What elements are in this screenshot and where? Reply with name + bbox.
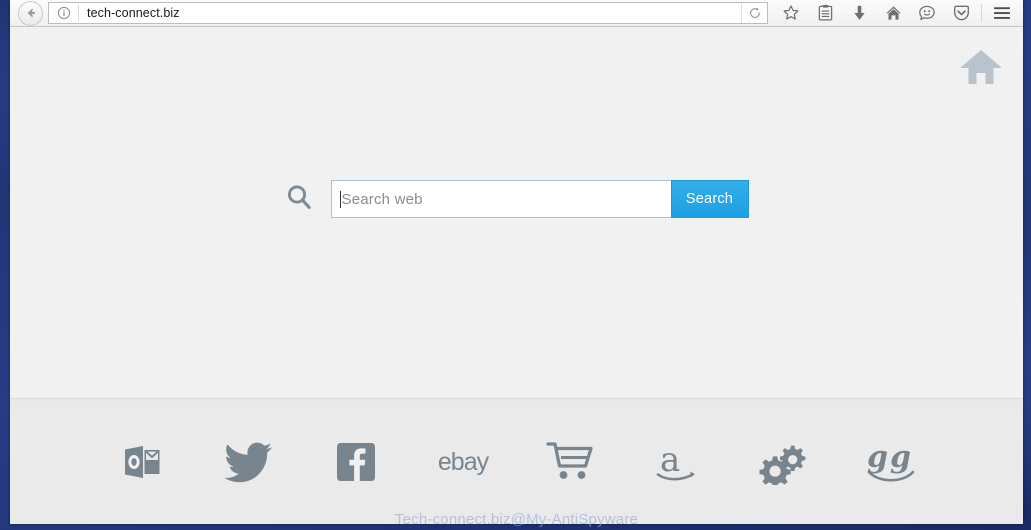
shortcut-outlook[interactable]	[110, 434, 174, 490]
twitter-icon	[224, 442, 273, 483]
bookmark-star-button[interactable]	[774, 0, 808, 26]
back-button[interactable]	[18, 0, 43, 26]
outlook-icon	[125, 446, 160, 478]
home-button[interactable]	[876, 0, 910, 26]
ebay-wordmark: ebay	[437, 447, 489, 476]
sync-button[interactable]	[910, 0, 944, 26]
menu-button[interactable]	[985, 0, 1019, 26]
toolbar-separator	[981, 4, 982, 22]
toolbar-icon-group	[774, 0, 1019, 26]
search-button[interactable]: Search	[670, 180, 749, 218]
amazon-icon: a	[656, 440, 695, 481]
home-icon	[885, 6, 901, 20]
reload-icon	[749, 7, 760, 18]
browser-window: tech-connect.biz Search web Search ebay …	[10, 0, 1023, 528]
shortcut-goodreads[interactable]: g g	[859, 434, 923, 490]
shortcuts-footer: ebay a g g Tech-connect.biz@My-AntiSpywa…	[10, 398, 1023, 528]
downloads-icon	[853, 5, 865, 20]
svg-text:a: a	[660, 440, 680, 480]
shortcut-amazon[interactable]: a	[645, 434, 709, 490]
shortcut-ebay[interactable]: ebay	[431, 434, 495, 490]
url-bar[interactable]: tech-connect.biz	[48, 2, 768, 24]
watermark-text: Tech-connect.biz@My-AntiSpyware	[394, 511, 639, 528]
search-input[interactable]: Search web	[330, 180, 671, 218]
pocket-button[interactable]	[944, 0, 978, 26]
menu-icon	[994, 7, 1010, 19]
url-text[interactable]: tech-connect.biz	[79, 6, 741, 20]
site-identity-box[interactable]	[49, 5, 79, 21]
shortcut-shopping-cart[interactable]	[538, 434, 602, 490]
shortcut-icon-row: ebay a g g	[10, 434, 1023, 490]
magnifier-icon	[285, 183, 313, 216]
sync-smiley-icon	[919, 5, 935, 21]
reload-button[interactable]	[741, 3, 767, 23]
goodreads-gg-icon: g g	[867, 440, 915, 482]
bookmark-star-icon	[783, 5, 799, 20]
library-button[interactable]	[808, 0, 842, 26]
facebook-icon	[337, 443, 375, 481]
downloads-button[interactable]	[842, 0, 876, 26]
svg-text:g: g	[890, 440, 911, 475]
gears-icon	[759, 445, 806, 485]
search-placeholder: Search web	[341, 190, 423, 208]
page-content: Search web Search	[10, 27, 1023, 398]
house-icon	[960, 50, 1002, 84]
svg-text:g: g	[867, 440, 888, 475]
info-circle-icon	[57, 6, 71, 20]
library-icon	[818, 4, 832, 21]
text-caret	[339, 190, 341, 208]
pocket-icon	[953, 5, 969, 21]
shortcut-twitter[interactable]	[217, 434, 281, 490]
shopping-cart-icon	[546, 442, 593, 479]
page-home-button[interactable]	[959, 47, 1003, 92]
back-arrow-icon	[27, 8, 35, 18]
browser-toolbar: tech-connect.biz	[10, 0, 1023, 27]
search-row: Search web Search	[10, 180, 1023, 218]
shortcut-facebook[interactable]	[324, 434, 388, 490]
shortcut-gears[interactable]	[752, 434, 816, 490]
